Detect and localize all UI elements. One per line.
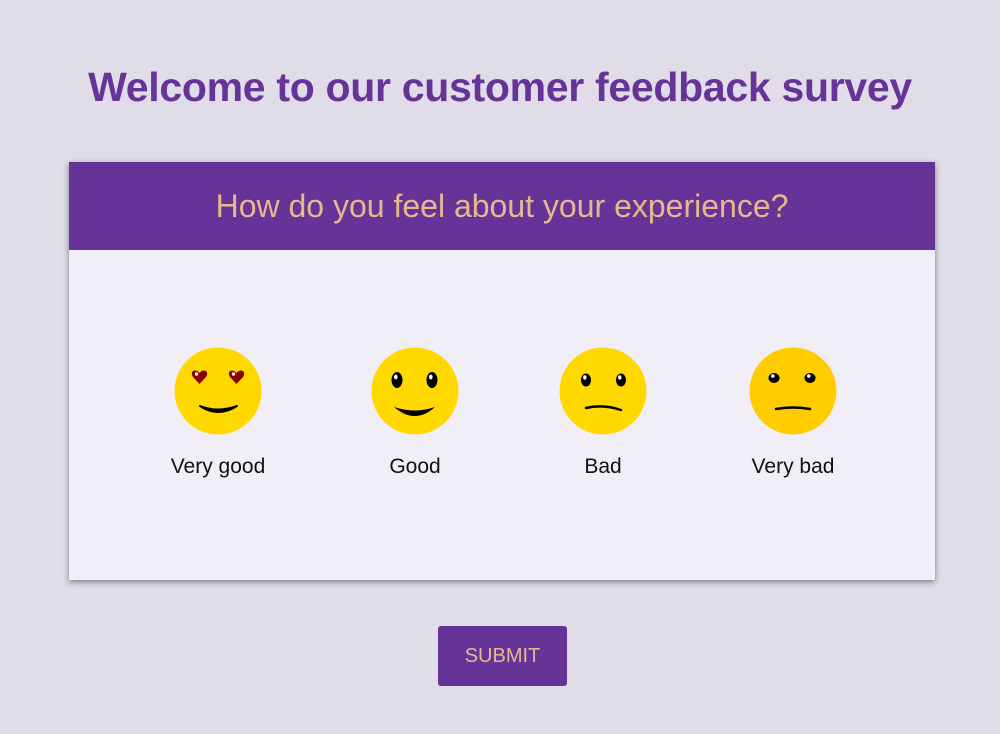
option-very-good[interactable]: Very good	[148, 347, 288, 479]
frowning-emoji-icon	[559, 347, 647, 435]
option-label: Good	[389, 455, 441, 478]
heart-eyes-emoji-icon	[174, 347, 262, 435]
option-label: Very good	[170, 455, 266, 478]
card-header: How do you feel about your experience?	[69, 162, 935, 250]
option-label: Bad	[584, 455, 622, 478]
page-title: Welcome to our customer feedback survey	[88, 64, 912, 110]
unamused-emoji-icon	[749, 347, 837, 435]
option-label: Very bad	[751, 455, 835, 478]
smiling-emoji-icon	[371, 347, 459, 435]
survey-page: Welcome to our customer feedback survey …	[0, 0, 1000, 734]
option-very-bad[interactable]: Very bad	[723, 347, 863, 479]
option-good[interactable]: Good	[345, 347, 485, 479]
option-bad[interactable]: Bad	[533, 347, 673, 479]
submit-button[interactable]: SUBMIT	[438, 626, 567, 686]
feedback-card: How do you feel about your experience? V…	[69, 162, 935, 580]
card-question: How do you feel about your experience?	[215, 187, 789, 224]
